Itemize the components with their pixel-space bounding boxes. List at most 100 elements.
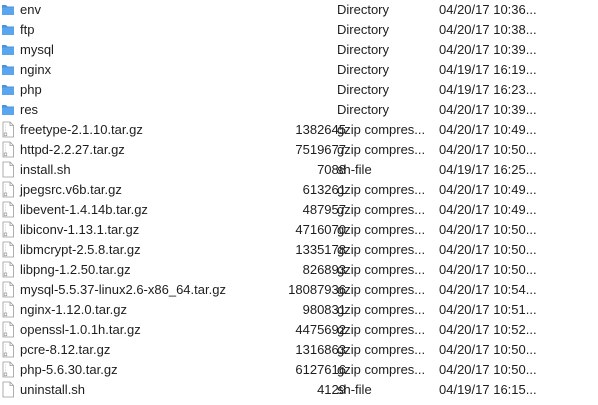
file-name: jpegsrc.v6b.tar.gz: [20, 182, 122, 197]
file-name: ftp: [20, 22, 35, 37]
file-kind: gzip compres...: [337, 242, 426, 257]
file-name: pcre-8.12.tar.gz: [20, 342, 111, 357]
file-date: 04/20/17 10:54...: [439, 282, 537, 297]
file-name: libiconv-1.13.1.tar.gz: [20, 222, 140, 237]
file-name: php-5.6.30.tar.gz: [20, 362, 118, 377]
file-name: httpd-2.2.27.tar.gz: [20, 142, 125, 157]
file-row[interactable]: nginx-1.12.0.tar.gz 980831 gzip compres...…: [0, 300, 598, 320]
file-name: res: [20, 102, 39, 117]
archive-file-icon: [1, 341, 15, 358]
folder-row[interactable]: res Directory 04/20/17 10:39...: [0, 100, 598, 120]
file-row[interactable]: jpegsrc.v6b.tar.gz 613261 gzip compres... 0…: [0, 180, 598, 200]
file-kind: Directory: [337, 82, 390, 97]
folder-icon: [1, 1, 15, 18]
file-date: 04/20/17 10:51...: [439, 302, 537, 317]
file-row[interactable]: openssl-1.0.1h.tar.gz 4475692 gzip compres…: [0, 320, 598, 340]
archive-file-icon: [1, 261, 15, 278]
file-row[interactable]: httpd-2.2.27.tar.gz 7519677 gzip compres..…: [0, 140, 598, 160]
file-date: 04/19/17 16:15...: [439, 382, 537, 397]
file-list: env Directory 04/20/17 10:36... ftp Director…: [0, 0, 598, 405]
file-kind: gzip compres...: [337, 322, 426, 337]
file-name: openssl-1.0.1h.tar.gz: [20, 322, 141, 337]
file-date: 04/20/17 10:50...: [439, 222, 537, 237]
file-name: libevent-1.4.14b.tar.gz: [20, 202, 148, 217]
file-kind: gzip compres...: [337, 342, 426, 357]
file-row[interactable]: libpng-1.2.50.tar.gz 826893 gzip compres..…: [0, 260, 598, 280]
file-row[interactable]: php-5.6.30.tar.gz 6127616 gzip compres... 0…: [0, 360, 598, 380]
file-name: env: [20, 2, 41, 17]
file-kind: gzip compres...: [337, 362, 426, 377]
folder-icon: [1, 21, 15, 38]
file-kind: sh-file: [337, 382, 372, 397]
file-date: 04/19/17 16:25...: [439, 162, 537, 177]
archive-file-icon: [1, 281, 15, 298]
file-row[interactable]: libevent-1.4.14b.tar.gz 487957 gzip compre…: [0, 200, 598, 220]
file-date: 04/20/17 10:50...: [439, 242, 537, 257]
file-kind: Directory: [337, 62, 390, 77]
folder-row[interactable]: ftp Directory 04/20/17 10:38...: [0, 20, 598, 40]
file-name: php: [20, 82, 42, 97]
file-kind: sh-file: [337, 162, 372, 177]
file-kind: Directory: [337, 102, 390, 117]
folder-row[interactable]: mysql Directory 04/20/17 10:39...: [0, 40, 598, 60]
file-date: 04/20/17 10:50...: [439, 362, 537, 377]
archive-file-icon: [1, 241, 15, 258]
file-date: 04/20/17 10:39...: [439, 42, 537, 57]
file-date: 04/20/17 10:50...: [439, 342, 537, 357]
folder-icon: [1, 61, 15, 78]
file-row[interactable]: pcre-8.12.tar.gz 1316863 gzip compres... 04…: [0, 340, 598, 360]
folder-row[interactable]: nginx Directory 04/19/17 16:19...: [0, 60, 598, 80]
archive-file-icon: [1, 141, 15, 158]
file-kind: gzip compres...: [337, 222, 426, 237]
file-name: libmcrypt-2.5.8.tar.gz: [20, 242, 141, 257]
document-icon: [1, 381, 15, 398]
file-name: freetype-2.1.10.tar.gz: [20, 122, 143, 137]
folder-row[interactable]: env Directory 04/20/17 10:36...: [0, 0, 598, 20]
archive-file-icon: [1, 181, 15, 198]
file-row[interactable]: uninstall.sh 4129 sh-file 04/19/17 16:15...: [0, 380, 598, 400]
file-date: 04/20/17 10:39...: [439, 102, 537, 117]
file-kind: Directory: [337, 22, 390, 37]
file-kind: gzip compres...: [337, 282, 426, 297]
file-date: 04/20/17 10:49...: [439, 122, 537, 137]
file-date: 04/19/17 16:19...: [439, 62, 537, 77]
file-date: 04/20/17 10:50...: [439, 142, 537, 157]
file-kind: gzip compres...: [337, 262, 426, 277]
folder-icon: [1, 101, 15, 118]
file-row[interactable]: install.sh 7088 sh-file 04/19/17 16:25...: [0, 160, 598, 180]
file-kind: gzip compres...: [337, 202, 426, 217]
file-date: 04/20/17 10:49...: [439, 182, 537, 197]
document-icon: [1, 161, 15, 178]
file-row[interactable]: libmcrypt-2.5.8.tar.gz 1335178 gzip compre…: [0, 240, 598, 260]
file-name: install.sh: [20, 162, 71, 177]
file-name: nginx: [20, 62, 52, 77]
file-name: nginx-1.12.0.tar.gz: [20, 302, 127, 317]
file-name: mysql-5.5.37-linux2.6-x86_64.tar.gz: [20, 282, 226, 297]
file-date: 04/20/17 10:49...: [439, 202, 537, 217]
archive-file-icon: [1, 361, 15, 378]
file-kind: gzip compres...: [337, 142, 426, 157]
file-kind: gzip compres...: [337, 122, 426, 137]
file-name: uninstall.sh: [20, 382, 86, 397]
archive-file-icon: [1, 321, 15, 338]
file-date: 04/20/17 10:36...: [439, 2, 537, 17]
folder-row[interactable]: php Directory 04/19/17 16:23...: [0, 80, 598, 100]
file-kind: Directory: [337, 42, 390, 57]
file-name: libpng-1.2.50.tar.gz: [20, 262, 131, 277]
file-date: 04/19/17 16:23...: [439, 82, 537, 97]
file-row[interactable]: mysql-5.5.37-linux2.6-x86_64.tar.gz 18087…: [0, 280, 598, 300]
file-row[interactable]: libiconv-1.13.1.tar.gz 4716070 gzip compre…: [0, 220, 598, 240]
file-date: 04/20/17 10:52...: [439, 322, 537, 337]
folder-icon: [1, 81, 15, 98]
file-name: mysql: [20, 42, 54, 57]
folder-icon: [1, 41, 15, 58]
file-date: 04/20/17 10:38...: [439, 22, 537, 37]
file-kind: gzip compres...: [337, 302, 426, 317]
file-row[interactable]: freetype-2.1.10.tar.gz 1382645 gzip compre…: [0, 120, 598, 140]
file-kind: gzip compres...: [337, 182, 426, 197]
archive-file-icon: [1, 121, 15, 138]
file-date: 04/20/17 10:50...: [439, 262, 537, 277]
archive-file-icon: [1, 221, 15, 238]
archive-file-icon: [1, 301, 15, 318]
archive-file-icon: [1, 201, 15, 218]
